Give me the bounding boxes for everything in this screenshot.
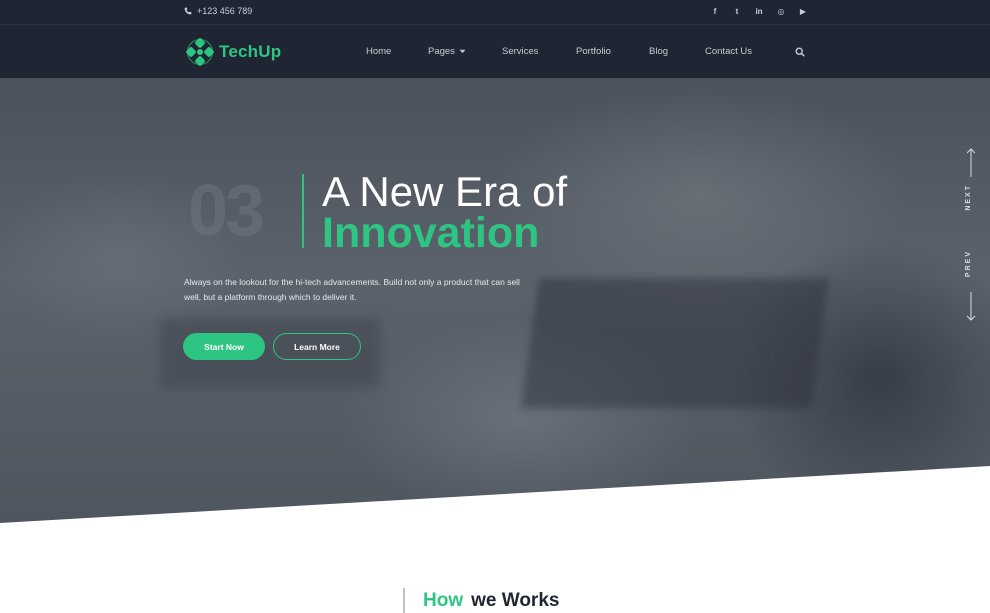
next-slide-control[interactable]: NEXT (963, 148, 979, 228)
twitter-icon[interactable]: t (732, 5, 742, 17)
linkedin-icon[interactable]: in (754, 5, 764, 17)
phone-icon (184, 7, 192, 15)
phone-number: +123 456 789 (197, 6, 253, 16)
title-divider (302, 174, 304, 248)
how-we-work-heading: How we Works (403, 588, 559, 613)
heading-divider (403, 588, 405, 613)
hero-description: Always on the lookout for the hi-tech ad… (184, 277, 520, 302)
nav-item-pages[interactable]: Pages (428, 46, 502, 57)
prev-label: PREV (965, 250, 972, 278)
youtube-icon[interactable]: ▶ (798, 5, 808, 17)
phone-contact[interactable]: +123 456 789 (184, 6, 252, 16)
slide-number: 03 (188, 171, 265, 251)
hero-title-line2: Innovation (322, 209, 540, 257)
top-bar: +123 456 789 f t in ◎ ▶ (0, 0, 990, 24)
instagram-icon[interactable]: ◎ (776, 5, 786, 17)
prev-slide-control[interactable]: PREV (963, 246, 979, 326)
start-now-button[interactable]: Start Now (183, 333, 265, 360)
arrow-down-icon (966, 292, 976, 321)
nav-item-blog[interactable]: Blog (649, 46, 705, 57)
brand-logo[interactable]: TechUp (186, 38, 281, 66)
social-links: f t in ◎ ▶ (710, 5, 808, 17)
heading-accent: How (423, 589, 464, 611)
search-icon[interactable] (795, 47, 805, 57)
hero-slider: 03 A New Era of Innovation Always on the… (0, 78, 990, 523)
next-label: NEXT (965, 184, 972, 211)
nav-item-portfolio[interactable]: Portfolio (576, 46, 649, 57)
nav-item-home[interactable]: Home (366, 46, 428, 57)
learn-more-button[interactable]: Learn More (273, 333, 361, 360)
facebook-icon[interactable]: f (710, 5, 720, 17)
arrow-up-icon (966, 148, 976, 177)
brand-name: TechUp (219, 42, 282, 61)
logo-icon (186, 38, 214, 66)
nav-item-pages-label: Pages (428, 46, 455, 57)
heading-text: we Works (471, 589, 560, 611)
nav-item-contact[interactable]: Contact Us (705, 46, 752, 57)
nav-menu: Home Pages Services Portfolio Blog Conta… (366, 46, 752, 57)
chevron-down-icon (459, 49, 466, 53)
nav-item-services[interactable]: Services (502, 46, 576, 57)
main-navbar: TechUp Home Pages Services Portfolio Blo… (0, 24, 990, 78)
